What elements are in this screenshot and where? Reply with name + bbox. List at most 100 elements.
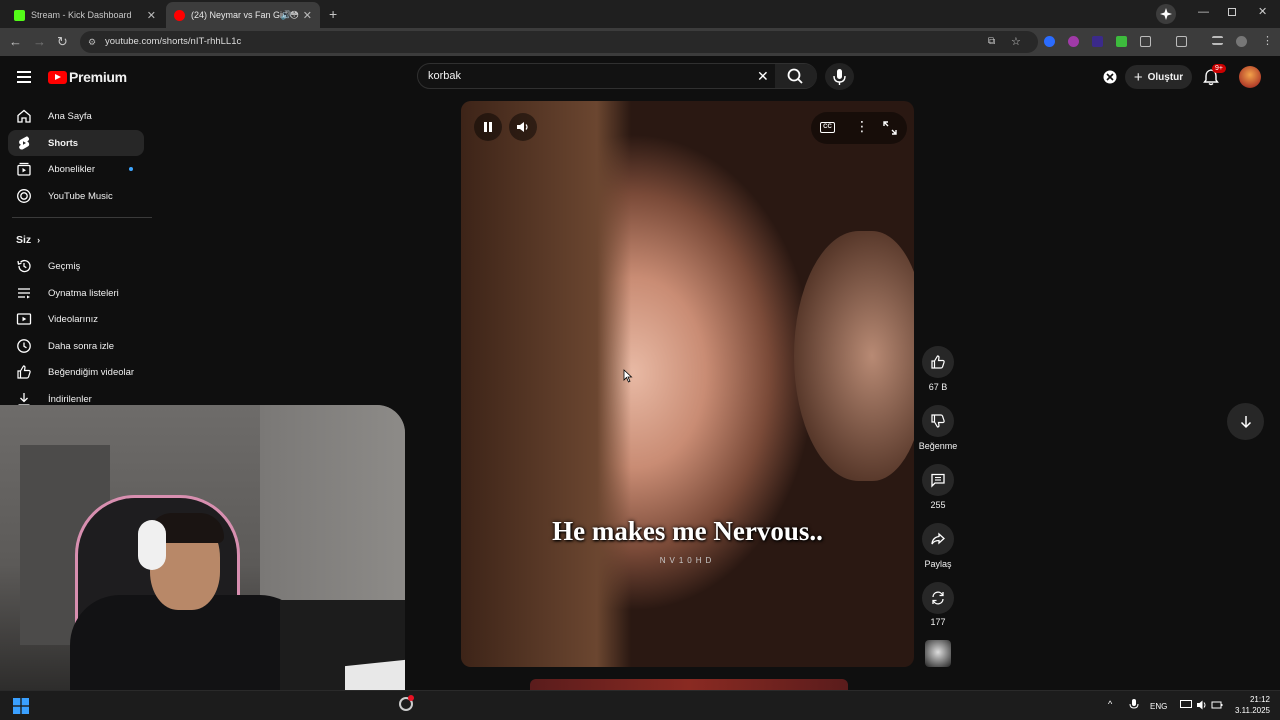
- minimize-button[interactable]: —: [1198, 6, 1209, 18]
- shorts-icon: [16, 135, 32, 151]
- youtube-play-icon: [48, 70, 67, 84]
- tab-search-icon[interactable]: [1176, 36, 1187, 47]
- history-icon: [16, 258, 32, 274]
- remix-button[interactable]: [922, 582, 954, 614]
- forward-button[interactable]: →: [33, 34, 46, 49]
- network-icon[interactable]: [1180, 700, 1192, 710]
- clear-search-icon[interactable]: ✕: [757, 68, 769, 85]
- your-videos-icon: [16, 311, 32, 327]
- account-avatar[interactable]: [1239, 66, 1261, 88]
- profile-avatar-icon[interactable]: [1236, 36, 1247, 47]
- extension-dark-icon[interactable]: [1092, 36, 1103, 47]
- clock-time[interactable]: 21:12: [1230, 695, 1270, 704]
- thumbs-up-icon: [931, 355, 945, 369]
- new-content-dot: [129, 167, 133, 171]
- sidebar-item-playlists[interactable]: Oynatma listeleri: [8, 280, 144, 306]
- like-button[interactable]: [922, 346, 954, 378]
- microphone-tray-icon[interactable]: [1129, 698, 1139, 712]
- browser-menu-icon[interactable]: ⋮: [1262, 34, 1273, 47]
- youtube-premium-logo[interactable]: Premium: [48, 69, 127, 85]
- tab-kick-dashboard[interactable]: Stream - Kick Dashboard ✕: [6, 2, 164, 28]
- sidebar-item-shorts[interactable]: Shorts: [8, 130, 144, 156]
- notifications-button[interactable]: 9+: [1203, 64, 1226, 86]
- streamer-webcam-overlay: [0, 405, 405, 695]
- webcam-headset: [138, 520, 166, 570]
- site-info-icon[interactable]: ⚙: [88, 31, 96, 53]
- search-input[interactable]: korbak: [428, 70, 461, 82]
- share-button[interactable]: [922, 523, 954, 555]
- close-window-button[interactable]: ✕: [1258, 5, 1267, 18]
- liked-videos-icon: [16, 364, 32, 380]
- taskbar-app-badge: [408, 695, 414, 701]
- sidebar-item-label: YouTube Music: [48, 190, 113, 202]
- extensions-puzzle-icon[interactable]: [1140, 36, 1151, 47]
- sidebar-item-label: Daha sonra izle: [48, 340, 115, 352]
- pause-button[interactable]: [474, 113, 502, 141]
- sidebar-item-label: Ana Sayfa: [48, 110, 92, 122]
- search-box[interactable]: korbak ✕: [417, 63, 817, 89]
- fullscreen-icon[interactable]: [883, 121, 897, 135]
- new-tab-button[interactable]: +: [329, 6, 337, 22]
- language-indicator[interactable]: ENG: [1150, 702, 1167, 711]
- create-label: Oluştur: [1147, 71, 1184, 83]
- address-field[interactable]: ⚙ youtube.com/shorts/nIT-rhhLL1c ⧉ ☆: [80, 31, 1038, 53]
- youtube-header: Premium korbak ✕ + Oluştur 9+: [0, 56, 1280, 100]
- more-options-icon[interactable]: ⋮: [855, 118, 869, 135]
- sidebar-item-liked-videos[interactable]: Beğendiğim videolar: [8, 359, 144, 385]
- clock-date[interactable]: 3.11.2025: [1222, 706, 1270, 715]
- sidebar-item-label: Shorts: [48, 137, 79, 149]
- reload-button[interactable]: ↻: [57, 34, 68, 50]
- youtube-music-icon: [16, 188, 32, 204]
- sound-thumbnail[interactable]: [925, 640, 951, 667]
- extension-green-icon[interactable]: [1116, 36, 1127, 47]
- sidebar-item-label: Videolarınız: [48, 313, 98, 325]
- video-watermark: NV10HD: [659, 556, 716, 565]
- install-app-icon[interactable]: ⧉: [988, 31, 995, 53]
- extension-purple-icon[interactable]: [1068, 36, 1079, 47]
- sidebar-section-you[interactable]: Siz ›: [8, 227, 144, 253]
- volume-tray-icon[interactable]: [1196, 699, 1208, 711]
- youtube-favicon-icon: [174, 9, 185, 21]
- menu-icon[interactable]: [17, 71, 31, 83]
- plus-icon: +: [1133, 68, 1143, 86]
- comments-button[interactable]: [922, 464, 954, 496]
- sidebar-item-subscriptions[interactable]: Abonelikler: [8, 156, 144, 182]
- search-button[interactable]: [775, 64, 817, 88]
- captions-icon[interactable]: CC: [820, 122, 835, 133]
- create-button[interactable]: + Oluştur: [1125, 65, 1192, 89]
- tab-youtube-short[interactable]: (24) Neymar vs Fan Girl 😳 🔊 ✕: [166, 2, 320, 28]
- windows-start-icon[interactable]: [13, 698, 29, 714]
- video-frame-shading: [461, 101, 631, 667]
- notification-badge: 9+: [1212, 64, 1226, 73]
- windows-taskbar: ^ ENG 21:12 3.11.2025: [0, 690, 1280, 720]
- section-title: Siz: [16, 234, 32, 246]
- close-tab-icon[interactable]: ✕: [147, 9, 156, 22]
- sidebar-item-youtube-music[interactable]: YouTube Music: [8, 183, 144, 209]
- reading-list-icon[interactable]: [1212, 36, 1223, 45]
- speaker-icon[interactable]: 🔊: [281, 10, 292, 21]
- maximize-button[interactable]: [1228, 8, 1236, 16]
- browser-toolbar: ← → ↻ ⚙ youtube.com/shorts/nIT-rhhLL1c ⧉…: [0, 28, 1280, 56]
- close-tab-icon[interactable]: ✕: [303, 9, 312, 22]
- volume-button[interactable]: [509, 113, 537, 141]
- shorts-video-player[interactable]: CC ⋮ He makes me Nervous.. NV10HD: [461, 101, 914, 667]
- sidebar-item-watch-later[interactable]: Daha sonra izle: [8, 333, 144, 359]
- gemini-button[interactable]: [1156, 4, 1176, 24]
- tray-overflow-icon[interactable]: ^: [1108, 699, 1112, 709]
- remix-icon: [932, 591, 944, 605]
- sidebar-item-label: Beğendiğim videolar: [48, 366, 135, 378]
- create-shorts-icon[interactable]: [1102, 69, 1118, 85]
- sidebar-item-home[interactable]: Ana Sayfa: [8, 103, 144, 129]
- mouse-cursor-icon: [623, 369, 633, 383]
- dislike-button[interactable]: [922, 405, 954, 437]
- extension-audio-icon[interactable]: [1044, 36, 1055, 47]
- webcam-streamer-body: [70, 595, 310, 695]
- bookmark-star-icon[interactable]: ☆: [1011, 31, 1021, 53]
- sidebar-item-history[interactable]: Geçmiş: [8, 253, 144, 279]
- next-short-button[interactable]: [1227, 403, 1264, 440]
- sidebar-item-your-videos[interactable]: Videolarınız: [8, 306, 144, 332]
- chevron-right-icon: ›: [37, 235, 41, 245]
- back-button[interactable]: ←: [9, 34, 22, 49]
- volume-icon: [517, 122, 528, 132]
- voice-search-button[interactable]: [825, 63, 854, 90]
